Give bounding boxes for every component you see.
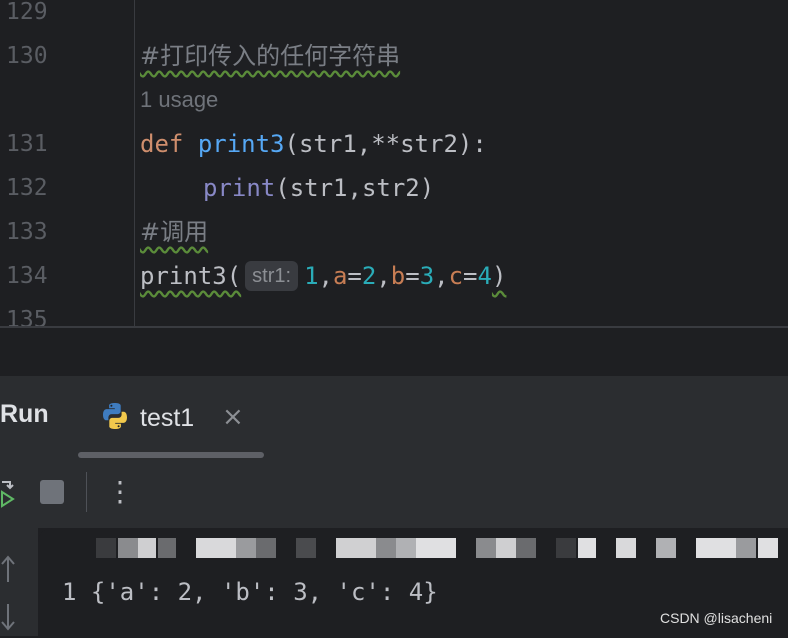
usage-hint-row: 1 usage: [0, 78, 788, 122]
toolbar-separator: [86, 472, 87, 512]
call-name: print3(: [140, 262, 242, 290]
parameter-hint: str1:: [245, 261, 299, 291]
arg-value: 4: [477, 262, 492, 290]
kwarg-name: c: [448, 262, 464, 290]
code-line-129[interactable]: 129: [0, 0, 788, 34]
comment-text: #打印传入的任何字符串: [140, 42, 401, 70]
def-statement: def print3(str1,**str2):: [140, 122, 487, 166]
run-panel-title[interactable]: Run: [0, 400, 49, 429]
line-number: 131: [6, 131, 48, 157]
equals: =: [463, 262, 478, 290]
function-name: print3: [197, 130, 285, 158]
comma: ,: [434, 262, 449, 290]
line-number: 134: [6, 263, 48, 289]
code-editor[interactable]: 129 130 #打印传入的任何字符串 1 usage 131 def prin…: [0, 0, 788, 326]
line-number: 132: [6, 175, 48, 201]
comment-text: #调用: [140, 218, 209, 246]
builtin-print: print: [203, 174, 276, 202]
scroll-up-icon[interactable]: [0, 552, 20, 586]
close-icon[interactable]: ×: [222, 402, 244, 432]
empty-area: [0, 328, 788, 376]
code-line-133[interactable]: 133 #调用: [0, 210, 788, 254]
equals: =: [347, 262, 362, 290]
print-statement: print(str1,str2): [203, 166, 434, 210]
line-number: 130: [6, 43, 48, 69]
code-line-135[interactable]: 135: [0, 298, 788, 326]
def-args: (str1,**str2):: [284, 130, 487, 158]
redacted-path: [96, 538, 788, 558]
watermark: CSDN @lisacheni: [660, 610, 773, 626]
def-keyword: def: [140, 130, 184, 158]
comma: ,: [376, 262, 391, 290]
kwarg-name: a: [332, 262, 348, 290]
code-line-130[interactable]: 130 #打印传入的任何字符串: [0, 34, 788, 78]
python-icon: [100, 401, 130, 435]
print-args: (str1,str2): [275, 174, 435, 202]
call-statement: print3(str1: 1,a=2,b=3,c=4): [140, 254, 506, 298]
usage-hint[interactable]: 1 usage: [140, 78, 218, 122]
line-number: 129: [6, 0, 48, 25]
line-number: 133: [6, 219, 48, 245]
kwarg-name: b: [390, 262, 406, 290]
arg-value: 2: [361, 262, 377, 290]
console-output-text: 1 {'a': 2, 'b': 3, 'c': 4}: [62, 578, 438, 606]
arg-value: 3: [419, 262, 435, 290]
equals: =: [405, 262, 420, 290]
line-number: 135: [6, 307, 48, 326]
code-line-132[interactable]: 132 print(str1,str2): [0, 166, 788, 210]
more-options-icon[interactable]: ⋮: [106, 472, 134, 512]
tab-label: test1: [140, 403, 195, 432]
scroll-down-icon[interactable]: [0, 600, 20, 634]
close-paren: ): [491, 262, 507, 290]
stop-icon[interactable]: [40, 480, 64, 504]
rerun-icon[interactable]: [0, 478, 20, 510]
code-line-131[interactable]: 131 def print3(str1,**str2):: [0, 122, 788, 166]
tab-test1[interactable]: test1: [100, 396, 194, 440]
arg-value: 1: [304, 262, 319, 290]
code-line-134[interactable]: 134 print3(str1: 1,a=2,b=3,c=4): [0, 254, 788, 298]
comma: ,: [318, 262, 333, 290]
